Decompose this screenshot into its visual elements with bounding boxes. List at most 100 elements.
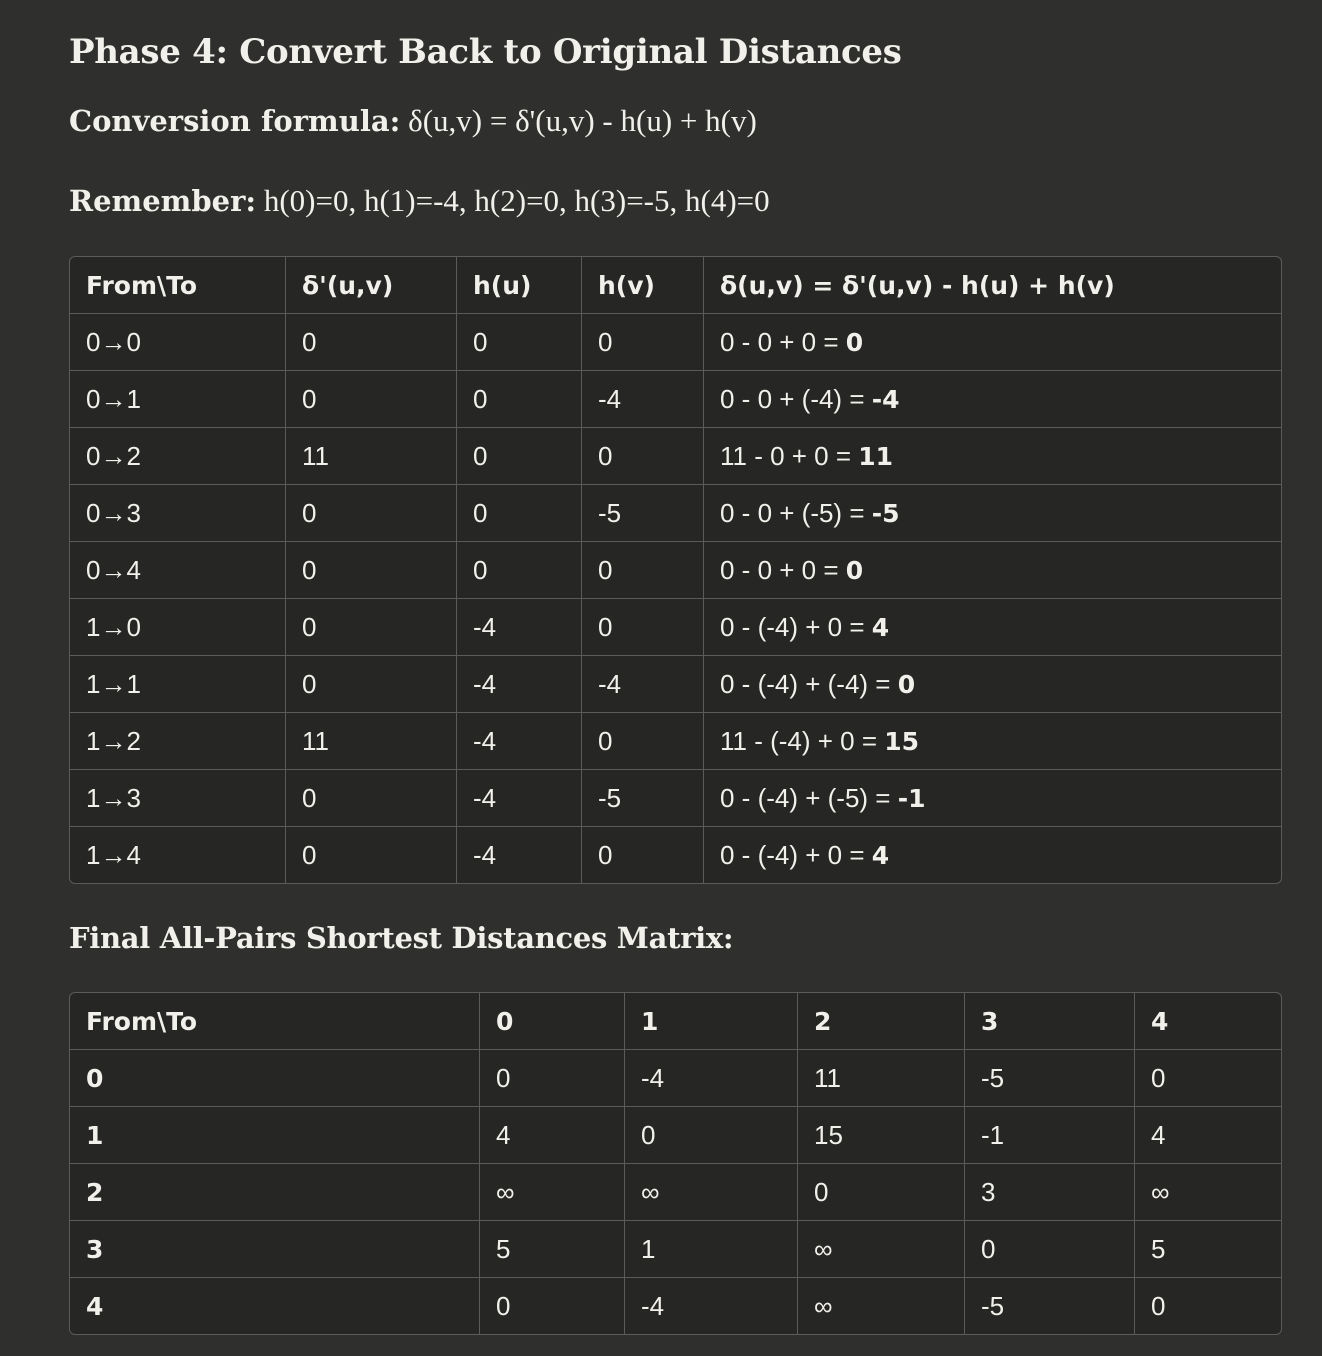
matrix-cell: 0 [965, 1221, 1135, 1278]
hv-cell: 0 [582, 713, 704, 770]
result-value: 11 [858, 441, 894, 471]
table-row: 0→4 0 0 0 0 - 0 + 0 = 0 [70, 542, 1281, 599]
matrix-header-row: From\To 0 1 2 3 4 [70, 993, 1281, 1050]
row-label-text: 2 [86, 1177, 104, 1207]
matrix-row: 0 0 -4 11 -5 0 [70, 1050, 1281, 1107]
matrix-row-label: 2 [70, 1164, 480, 1221]
matrix-cell: -1 [965, 1107, 1135, 1164]
dprime-cell: 11 [286, 428, 457, 485]
table-row: 1→1 0 -4 -4 0 - (-4) + (-4) = 0 [70, 656, 1281, 713]
hu-cell: -4 [457, 656, 582, 713]
result-cell: 0 - (-4) + (-4) = 0 [704, 656, 1281, 713]
table-row: 0→0 0 0 0 0 - 0 + 0 = 0 [70, 314, 1281, 371]
matrix-cell: 0 [798, 1164, 965, 1221]
result-value: -4 [871, 384, 900, 414]
dprime-cell: 0 [286, 599, 457, 656]
result-cell: 0 - 0 + (-4) = -4 [704, 371, 1281, 428]
hv-cell: -4 [582, 656, 704, 713]
result-value: 0 [845, 327, 864, 357]
hu-cell: 0 [457, 485, 582, 542]
document: Phase 4: Convert Back to Original Distan… [0, 0, 1322, 1335]
row-label-text: 4 [86, 1291, 104, 1321]
expression: 11 - 0 + 0 = [720, 440, 859, 471]
matrix-row-label: 4 [70, 1278, 480, 1334]
hv-cell: -5 [582, 770, 704, 827]
matrix-header-col: 2 [798, 993, 965, 1050]
dprime-cell: 11 [286, 713, 457, 770]
conversion-formula: Conversion formula: δ(u,v) = δ'(u,v) - h… [69, 102, 1280, 140]
result-cell: 0 - 0 + (-5) = -5 [704, 485, 1281, 542]
conversion-table: From\To δ'(u,v) h(u) h(v) δ(u,v) = δ'(u,… [69, 256, 1282, 884]
expression: 0 - 0 + 0 = [720, 554, 846, 585]
hv-cell: 0 [582, 428, 704, 485]
matrix-cell: ∞ [625, 1164, 798, 1221]
hu-cell: -4 [457, 770, 582, 827]
pair-cell: 0→0 [70, 314, 286, 371]
table-row: 0→2 11 0 0 11 - 0 + 0 = 11 [70, 428, 1281, 485]
matrix-row-label: 1 [70, 1107, 480, 1164]
pair-cell: 0→2 [70, 428, 286, 485]
expression: 0 - 0 + 0 = [720, 326, 846, 357]
formula-text: δ(u,v) = δ'(u,v) - h(u) + h(v) [400, 103, 757, 138]
matrix-row: 4 0 -4 ∞ -5 0 [70, 1278, 1281, 1334]
hu-cell: -4 [457, 599, 582, 656]
dprime-cell: 0 [286, 485, 457, 542]
hu-cell: -4 [457, 713, 582, 770]
expression: 0 - (-4) + (-5) = [720, 782, 898, 813]
matrix-cell: 5 [480, 1221, 625, 1278]
matrix-header-from-to: From\To [70, 993, 480, 1050]
result-cell: 11 - (-4) + 0 = 15 [704, 713, 1281, 770]
expression: 0 - (-4) + 0 = [720, 839, 872, 870]
dprime-cell: 0 [286, 542, 457, 599]
pair-cell: 1→4 [70, 827, 286, 883]
expression: 11 - (-4) + 0 = [720, 725, 885, 756]
remember-text: h(0)=0, h(1)=-4, h(2)=0, h(3)=-5, h(4)=0 [256, 183, 770, 218]
matrix-cell: 0 [480, 1050, 625, 1107]
dprime-cell: 0 [286, 770, 457, 827]
header-original-distance: δ(u,v) = δ'(u,v) - h(u) + h(v) [704, 257, 1281, 314]
header-reweighted-distance: δ'(u,v) [286, 257, 457, 314]
header-h-u: h(u) [457, 257, 582, 314]
matrix-cell: 4 [1135, 1107, 1281, 1164]
matrix-cell: 0 [625, 1107, 798, 1164]
table-row: 0→3 0 0 -5 0 - 0 + (-5) = -5 [70, 485, 1281, 542]
hv-cell: 0 [582, 599, 704, 656]
matrix-cell: 15 [798, 1107, 965, 1164]
hu-cell: 0 [457, 542, 582, 599]
row-label-text: 3 [86, 1234, 104, 1264]
pair-cell: 0→3 [70, 485, 286, 542]
matrix-cell: -4 [625, 1278, 798, 1334]
remember-label: Remember: [69, 184, 257, 218]
matrix-header-col: 4 [1135, 993, 1281, 1050]
result-cell: 11 - 0 + 0 = 11 [704, 428, 1281, 485]
expression: 0 - 0 + (-4) = [720, 383, 872, 414]
table-row: 1→4 0 -4 0 0 - (-4) + 0 = 4 [70, 827, 1281, 883]
pair-cell: 1→0 [70, 599, 286, 656]
hu-cell: 0 [457, 314, 582, 371]
matrix-row: 2 ∞ ∞ 0 3 ∞ [70, 1164, 1281, 1221]
hu-cell: 0 [457, 371, 582, 428]
result-cell: 0 - (-4) + 0 = 4 [704, 827, 1281, 883]
result-value: 0 [897, 669, 916, 699]
matrix-cell: -4 [625, 1050, 798, 1107]
expression: 0 - (-4) + (-4) = [720, 668, 898, 699]
matrix-row: 1 4 0 15 -1 4 [70, 1107, 1281, 1164]
matrix-cell: -5 [965, 1050, 1135, 1107]
matrix-cell: 4 [480, 1107, 625, 1164]
hv-cell: -4 [582, 371, 704, 428]
table-row: 1→2 11 -4 0 11 - (-4) + 0 = 15 [70, 713, 1281, 770]
pair-cell: 0→4 [70, 542, 286, 599]
hu-cell: 0 [457, 428, 582, 485]
result-value: 15 [884, 726, 920, 756]
hu-cell: -4 [457, 827, 582, 883]
matrix-cell: 5 [1135, 1221, 1281, 1278]
expression: 0 - 0 + (-5) = [720, 497, 872, 528]
final-distance-matrix: From\To 0 1 2 3 4 0 0 -4 11 -5 0 1 4 0 1… [69, 992, 1282, 1335]
result-value: 4 [871, 612, 890, 642]
formula-label: Conversion formula: [69, 104, 401, 138]
header-h-v: h(v) [582, 257, 704, 314]
result-value: -5 [871, 498, 900, 528]
matrix-row-label: 0 [70, 1050, 480, 1107]
hv-cell: 0 [582, 542, 704, 599]
final-matrix-heading: Final All-Pairs Shortest Distances Matri… [69, 921, 734, 955]
